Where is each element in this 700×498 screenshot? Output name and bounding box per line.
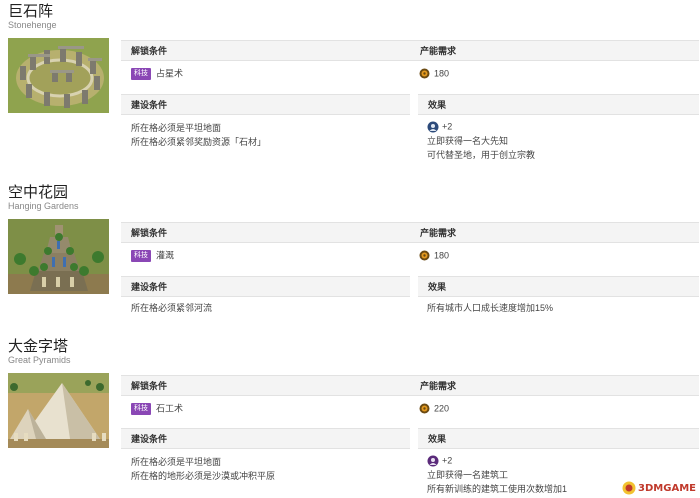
build-line: 所在格必须紧邻奖励资源「石材」 <box>131 137 267 147</box>
effect-header: 效果 <box>418 94 699 115</box>
effect-value-row: +2 <box>427 119 535 134</box>
wonder-great-pyramids: 大金字塔 Great Pyramids 解锁条件 产能需求 科技 石工术 220 … <box>0 335 700 498</box>
production-header: 产能需求 <box>410 222 699 243</box>
tech-name: 占星术 <box>156 68 184 79</box>
wonder-hanging-gardens: 空中花园 Hanging Gardens 解锁条件 产能需求 科技 灌溉 180 … <box>0 181 700 331</box>
build-conditions: 所在格必须是平坦地面 所在格必须紧邻奖励资源「石材」 <box>131 121 266 149</box>
production-header: 产能需求 <box>410 40 699 61</box>
effect-line: 立即获得一名大先知 <box>427 135 509 146</box>
production-value: 180 <box>419 248 449 263</box>
tech-name: 石工术 <box>156 403 184 414</box>
tech-badge: 科技 <box>131 249 151 262</box>
build-line: 所在格必须是平坦地面 <box>131 457 222 467</box>
hanging-gardens-image <box>8 219 109 294</box>
wonder-subtitle: Stonehenge <box>8 20 57 30</box>
build-header: 建设条件 <box>121 94 410 115</box>
production-value: 180 <box>419 66 449 81</box>
effect-header: 效果 <box>418 428 699 449</box>
unlock-header: 解锁条件 <box>121 40 410 61</box>
effect-value-row: +2 <box>427 453 567 468</box>
unlock-value: 科技 石工术 <box>131 401 183 416</box>
production-value: 220 <box>419 401 449 416</box>
build-header: 建设条件 <box>121 276 410 297</box>
production-gear-icon <box>419 68 430 79</box>
unlock-header: 解锁条件 <box>121 375 410 396</box>
build-line: 所在格的地形必须是沙漠或冲积平原 <box>131 471 276 481</box>
tech-name: 灌溉 <box>156 250 175 261</box>
effect-line: 所有城市人口成长速度增加15% <box>427 303 554 313</box>
wonder-subtitle: Great Pyramids <box>8 355 71 365</box>
build-conditions: 所在格必须是平坦地面 所在格的地形必须是沙漠或冲积平原 <box>131 455 275 483</box>
stonehenge-image <box>8 38 109 113</box>
build-line: 所在格必须紧邻河流 <box>131 303 213 313</box>
wonder-stonehenge: 巨石阵 Stonehenge 解锁条件 产能需求 科技 占星术 180 建设条件… <box>0 0 700 170</box>
effect-line: 所有新训练的建筑工使用次数增加1 <box>427 483 568 494</box>
effect-line: 立即获得一名建筑工 <box>427 469 509 480</box>
effects: 所有城市人口成长速度增加15% <box>427 301 553 315</box>
great-prophet-icon <box>427 121 439 133</box>
tech-badge: 科技 <box>131 402 151 415</box>
effect-line: 可代替圣地，用于创立宗教 <box>427 149 536 160</box>
site-watermark: 3DMGAME <box>622 481 696 495</box>
build-header: 建设条件 <box>121 428 410 449</box>
tech-badge: 科技 <box>131 67 151 80</box>
wonder-title: 空中花园 <box>8 184 69 201</box>
unlock-value: 科技 占星术 <box>131 66 183 81</box>
watermark-logo-icon <box>622 481 636 495</box>
great-engineer-icon <box>427 455 439 467</box>
build-line: 所在格必须是平坦地面 <box>131 123 222 133</box>
great-pyramids-image <box>8 373 109 448</box>
unlock-header: 解锁条件 <box>121 222 410 243</box>
production-gear-icon <box>419 403 430 414</box>
wonder-title: 巨石阵 <box>8 3 54 20</box>
unlock-value: 科技 灌溉 <box>131 248 174 263</box>
effects: +2 立即获得一名大先知 可代替圣地，用于创立宗教 <box>427 119 535 162</box>
build-conditions: 所在格必须紧邻河流 <box>131 301 212 315</box>
wonder-subtitle: Hanging Gardens <box>8 201 79 211</box>
production-gear-icon <box>419 250 430 261</box>
effects: +2 立即获得一名建筑工 所有新训练的建筑工使用次数增加1 <box>427 453 567 496</box>
wonder-title: 大金字塔 <box>8 338 69 355</box>
production-header: 产能需求 <box>410 375 699 396</box>
effect-header: 效果 <box>418 276 699 297</box>
